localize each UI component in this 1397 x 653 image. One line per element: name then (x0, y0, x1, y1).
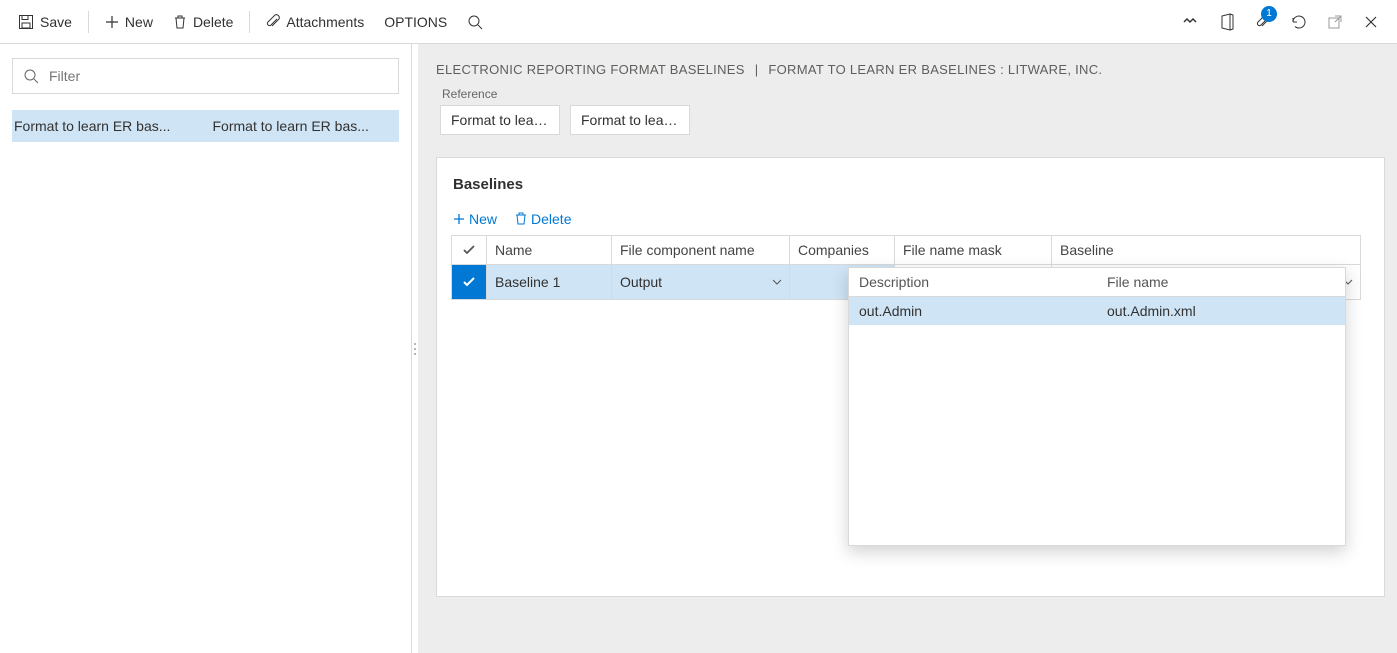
office-icon[interactable] (1209, 0, 1245, 44)
filter-input[interactable] (47, 67, 388, 85)
cell-name[interactable]: Baseline 1 (487, 265, 612, 299)
attachments-button[interactable]: Attachments (256, 0, 374, 43)
delete-button[interactable]: Delete (163, 0, 243, 43)
attachments-indicator[interactable]: 1 (1245, 0, 1281, 44)
grid-header: Name File component name Companies File … (452, 236, 1360, 265)
search-icon (23, 68, 39, 84)
baselines-card: Baselines New Delete Name File compo (436, 157, 1385, 597)
row-checkbox[interactable] (452, 265, 487, 299)
cell-component[interactable]: Output (612, 265, 790, 299)
attachments-label: Attachments (286, 14, 364, 30)
reference-field-2[interactable]: Format to lear... (570, 105, 690, 135)
connector-icon[interactable] (1173, 0, 1209, 44)
breadcrumb-leaf: FORMAT TO LEARN ER BASELINES : LITWARE, … (768, 62, 1102, 77)
check-icon (462, 275, 476, 289)
lookup-desc: out.Admin (849, 297, 1097, 325)
breadcrumb: ELECTRONIC REPORTING FORMAT BASELINES | … (418, 44, 1385, 87)
plus-icon (453, 213, 465, 225)
select-all-checkbox[interactable] (452, 236, 487, 265)
col-component[interactable]: File component name (612, 236, 790, 265)
baseline-lookup-popup: Description File name out.Admin out.Admi… (848, 267, 1346, 546)
trash-icon (515, 212, 527, 226)
content-area: ELECTRONIC REPORTING FORMAT BASELINES | … (418, 44, 1397, 653)
save-button[interactable]: Save (8, 0, 82, 43)
breadcrumb-root[interactable]: ELECTRONIC REPORTING FORMAT BASELINES (436, 62, 745, 77)
sidebar: Format to learn ER bas... Format to lear… (0, 44, 412, 653)
refresh-icon (1290, 13, 1308, 31)
separator (88, 11, 89, 33)
paperclip-icon (266, 14, 280, 30)
delete-label: Delete (193, 14, 233, 30)
sidebar-item-col1: Format to learn ER bas... (14, 118, 199, 134)
col-companies[interactable]: Companies (790, 236, 895, 265)
lookup-file: out.Admin.xml (1097, 297, 1345, 325)
close-icon (1364, 15, 1378, 29)
trash-icon (173, 14, 187, 30)
close-button[interactable] (1353, 0, 1389, 44)
col-baseline[interactable]: Baseline (1052, 236, 1360, 265)
baselines-title: Baselines (451, 170, 1370, 211)
sidebar-item-col2: Format to learn ER bas... (213, 118, 398, 134)
reference-field-1[interactable]: Format to lear... (440, 105, 560, 135)
filter-box[interactable] (12, 58, 399, 94)
popout-button[interactable] (1317, 0, 1353, 44)
baselines-new-button[interactable]: New (453, 211, 497, 227)
sidebar-item[interactable]: Format to learn ER bas... Format to lear… (12, 110, 399, 142)
lookup-row[interactable]: out.Admin out.Admin.xml (849, 297, 1345, 325)
popout-icon (1327, 14, 1343, 30)
col-mask[interactable]: File name mask (895, 236, 1052, 265)
separator (249, 11, 250, 33)
new-label: New (125, 14, 153, 30)
new-button[interactable]: New (95, 0, 163, 43)
badge: 1 (1261, 6, 1277, 22)
search-button[interactable] (457, 0, 493, 43)
reference-label: Reference (436, 87, 1385, 101)
search-icon (467, 14, 483, 30)
refresh-button[interactable] (1281, 0, 1317, 44)
top-toolbar: Save New Delete Attachments OPTIONS 1 (0, 0, 1397, 44)
check-icon (462, 243, 476, 257)
col-name[interactable]: Name (487, 236, 612, 265)
plus-icon (105, 15, 119, 29)
save-label: Save (40, 14, 72, 30)
options-label: OPTIONS (384, 14, 447, 30)
breadcrumb-separator: | (755, 62, 759, 77)
lookup-col-description[interactable]: Description (849, 268, 1097, 297)
options-button[interactable]: OPTIONS (374, 0, 457, 43)
lookup-col-filename[interactable]: File name (1097, 268, 1345, 297)
baselines-delete-button[interactable]: Delete (515, 211, 571, 227)
save-icon (18, 14, 34, 30)
chevron-down-icon[interactable] (771, 276, 783, 288)
